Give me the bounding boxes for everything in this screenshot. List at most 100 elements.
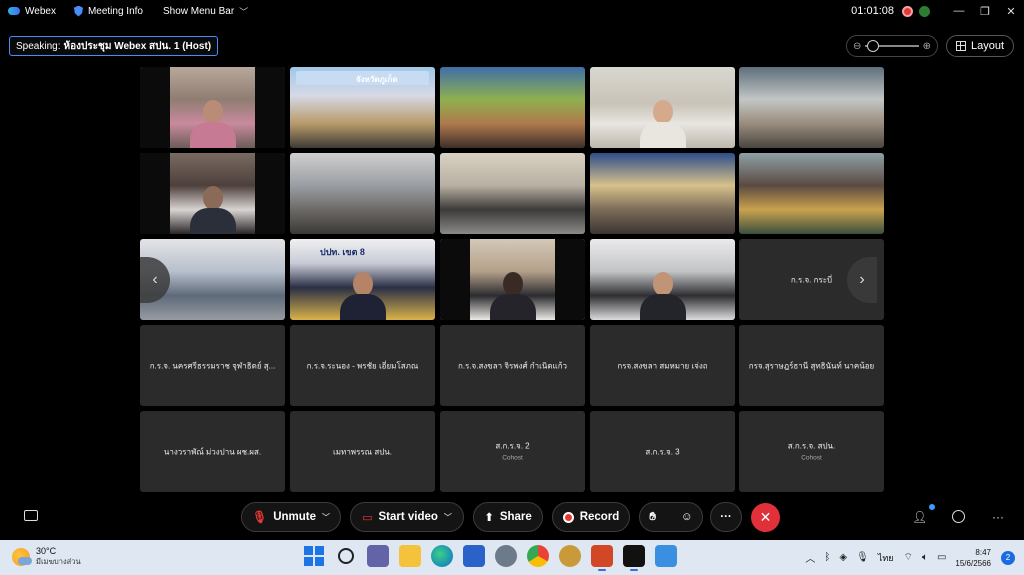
edge-browser-icon[interactable] (431, 545, 453, 567)
video-banner: ปปท. เขต 8 (296, 243, 429, 257)
video-banner: จังหวัดภูเก็ต (296, 71, 429, 85)
show-menu-bar-button[interactable]: Show Menu Bar ﹀ (163, 5, 248, 18)
participant-tile[interactable]: ส.ก.ร.จ. สปน. Cohost (739, 411, 884, 492)
system-clock[interactable]: 8:47 15/6/2566 (955, 547, 991, 569)
participant-tile[interactable]: กรจ.สงขลา สมหมาย เจ่งถ (590, 325, 735, 406)
file-explorer-icon[interactable] (399, 545, 421, 567)
video-letterbox (140, 153, 170, 234)
video-tile[interactable]: ปปท. เขต 8 (290, 239, 435, 320)
search-icon[interactable] (335, 545, 357, 567)
webex-taskbar-icon[interactable] (623, 545, 645, 571)
participant-video (639, 96, 686, 148)
video-tile[interactable] (590, 67, 735, 148)
video-tile[interactable] (140, 67, 285, 148)
video-tile[interactable] (440, 239, 585, 320)
video-letterbox (140, 67, 170, 148)
tray-overflow-icon[interactable]: ︿ (805, 550, 815, 565)
zoom-knob[interactable] (867, 40, 880, 52)
participant-tile[interactable]: เมทาพรรณ สปน. (290, 411, 435, 492)
participant-tile[interactable]: นางวราพัณ์ ม่วงปาน ผช.ผส. (140, 411, 285, 492)
video-tile[interactable] (739, 67, 884, 148)
start-video-button[interactable]: ▭ Start video ﹀ (350, 502, 464, 532)
participant-label: ส.ก.ร.จ. 2 Cohost (444, 440, 581, 463)
video-tile[interactable] (140, 153, 285, 234)
participant-name: นางวราพัณ์ ม่วงปาน ผช.ผส. (163, 447, 262, 456)
battery-icon[interactable]: ▭ (937, 552, 946, 563)
video-tile[interactable]: จังหวัดภูเก็ต (290, 67, 435, 148)
record-button[interactable]: Record (552, 502, 630, 532)
security-icon[interactable]: ◈ (839, 552, 847, 563)
participant-tile[interactable]: ส.ก.ร.จ. 3 (590, 411, 735, 492)
participant-tile[interactable]: ก.ร.จ. นครศรีธรรมราช จุฬาธิดย์ สุ... (140, 325, 285, 406)
participant-tile[interactable]: ก.ร.จ.สงขลา จิรพงศ์ กำเนิดแก้ว (440, 325, 585, 406)
chrome-browser-icon[interactable] (527, 545, 549, 567)
more-icon: ··· (720, 511, 732, 523)
restore-button[interactable]: ❐ (972, 5, 998, 18)
captions-icon[interactable] (24, 510, 38, 521)
webex-app-menu[interactable]: Webex (8, 6, 56, 17)
video-tile[interactable] (290, 153, 435, 234)
chevron-down-icon: ﹀ (239, 6, 249, 17)
participants-icon[interactable]: 👤︎ (912, 510, 927, 524)
participants-notification-dot (929, 504, 935, 510)
chat-icon[interactable] (952, 510, 965, 523)
settings-gear-icon[interactable] (495, 545, 517, 567)
bluetooth-icon[interactable]: ᛒ (824, 552, 830, 563)
reactions-icon[interactable]: ☺︎ (681, 511, 693, 523)
video-tile[interactable] (739, 153, 884, 234)
participant-video (339, 268, 386, 320)
video-letterbox (255, 153, 285, 234)
zoom-out-icon[interactable]: ⊖ (853, 41, 861, 52)
video-tile[interactable] (590, 153, 735, 234)
chevron-down-icon[interactable]: ﹀ (444, 512, 452, 523)
seal-app-icon[interactable] (559, 545, 581, 567)
clock-time: 8:47 (975, 547, 991, 557)
chevron-down-icon[interactable]: ﹀ (322, 512, 330, 523)
weather-widget[interactable]: 30°C มีเมฆบางส่วน (12, 546, 81, 567)
powerpoint-icon[interactable] (591, 545, 613, 571)
video-tile[interactable] (440, 153, 585, 234)
meeting-info-button[interactable]: Meeting Info (73, 5, 143, 17)
participant-tile[interactable]: กรจ.สุราษฎร์ธานี สุทธินันท์ นาคน้อย (739, 325, 884, 406)
raise-hand-icon[interactable]: ✋︎ (649, 511, 656, 524)
video-letterbox (440, 239, 470, 320)
webex-logo-icon (8, 6, 20, 16)
wifi-icon[interactable]: ⌔ (904, 551, 913, 564)
record-icon (562, 511, 574, 523)
mic-muted-tray-icon[interactable]: 🎙︎ (856, 552, 869, 563)
chevron-left-icon: ‹ (152, 271, 158, 288)
photos-icon[interactable] (655, 545, 677, 567)
title-bar-right: 01:01:08 — ❐ ✕ (851, 0, 1024, 22)
teams-chat-icon[interactable] (367, 545, 389, 567)
notification-badge[interactable]: 2 (1001, 550, 1015, 565)
participant-tile[interactable]: ก.ร.จ.ระนอง - พรชัย เอี่ยมโสภณ (290, 325, 435, 406)
weather-text: 30°C มีเมฆบางส่วน (36, 546, 81, 567)
participant-name: ก.ร.จ. นครศรีธรรมราช จุฬาธิดย์ สุ... (149, 361, 276, 370)
video-tile[interactable] (440, 67, 585, 148)
unmute-button[interactable]: 🎙︎ Unmute ﹀ (241, 502, 341, 532)
app-name: Webex (25, 5, 56, 17)
windows-start-icon[interactable] (303, 545, 325, 567)
input-language[interactable]: ไทย (878, 551, 894, 565)
network-health-icon[interactable] (919, 5, 930, 17)
video-letterbox (555, 239, 585, 320)
video-tile[interactable] (590, 239, 735, 320)
recording-indicator-icon[interactable] (902, 5, 913, 17)
weather-icon (12, 547, 32, 566)
participant-tile[interactable]: ส.ก.ร.จ. 2 Cohost (440, 411, 585, 492)
layout-button[interactable]: Layout (946, 35, 1014, 57)
video-grid: จังหวัดภูเก็ต ปปท. เขต 8 ก.ร.จ. กระบี่ ก… (140, 67, 884, 493)
reactions-group: ✋︎ ☺︎ (639, 502, 703, 532)
more-options-button[interactable]: ··· (710, 502, 742, 532)
zoom-in-icon[interactable]: ⊕ (923, 41, 931, 52)
close-window-button[interactable]: ✕ (998, 5, 1024, 18)
volume-icon[interactable]: 🔈︎ (922, 552, 928, 563)
more-panels-icon[interactable]: ··· (992, 510, 1004, 524)
zoom-track[interactable] (865, 40, 919, 52)
store-icon[interactable] (463, 545, 485, 567)
leave-meeting-button[interactable]: ✕ (751, 503, 780, 532)
unmute-label: Unmute (273, 511, 317, 523)
zoom-slider[interactable]: ⊖ ⊕ (846, 35, 938, 57)
share-button[interactable]: ⬆︎ Share (473, 502, 543, 532)
minimize-button[interactable]: — (946, 5, 972, 17)
